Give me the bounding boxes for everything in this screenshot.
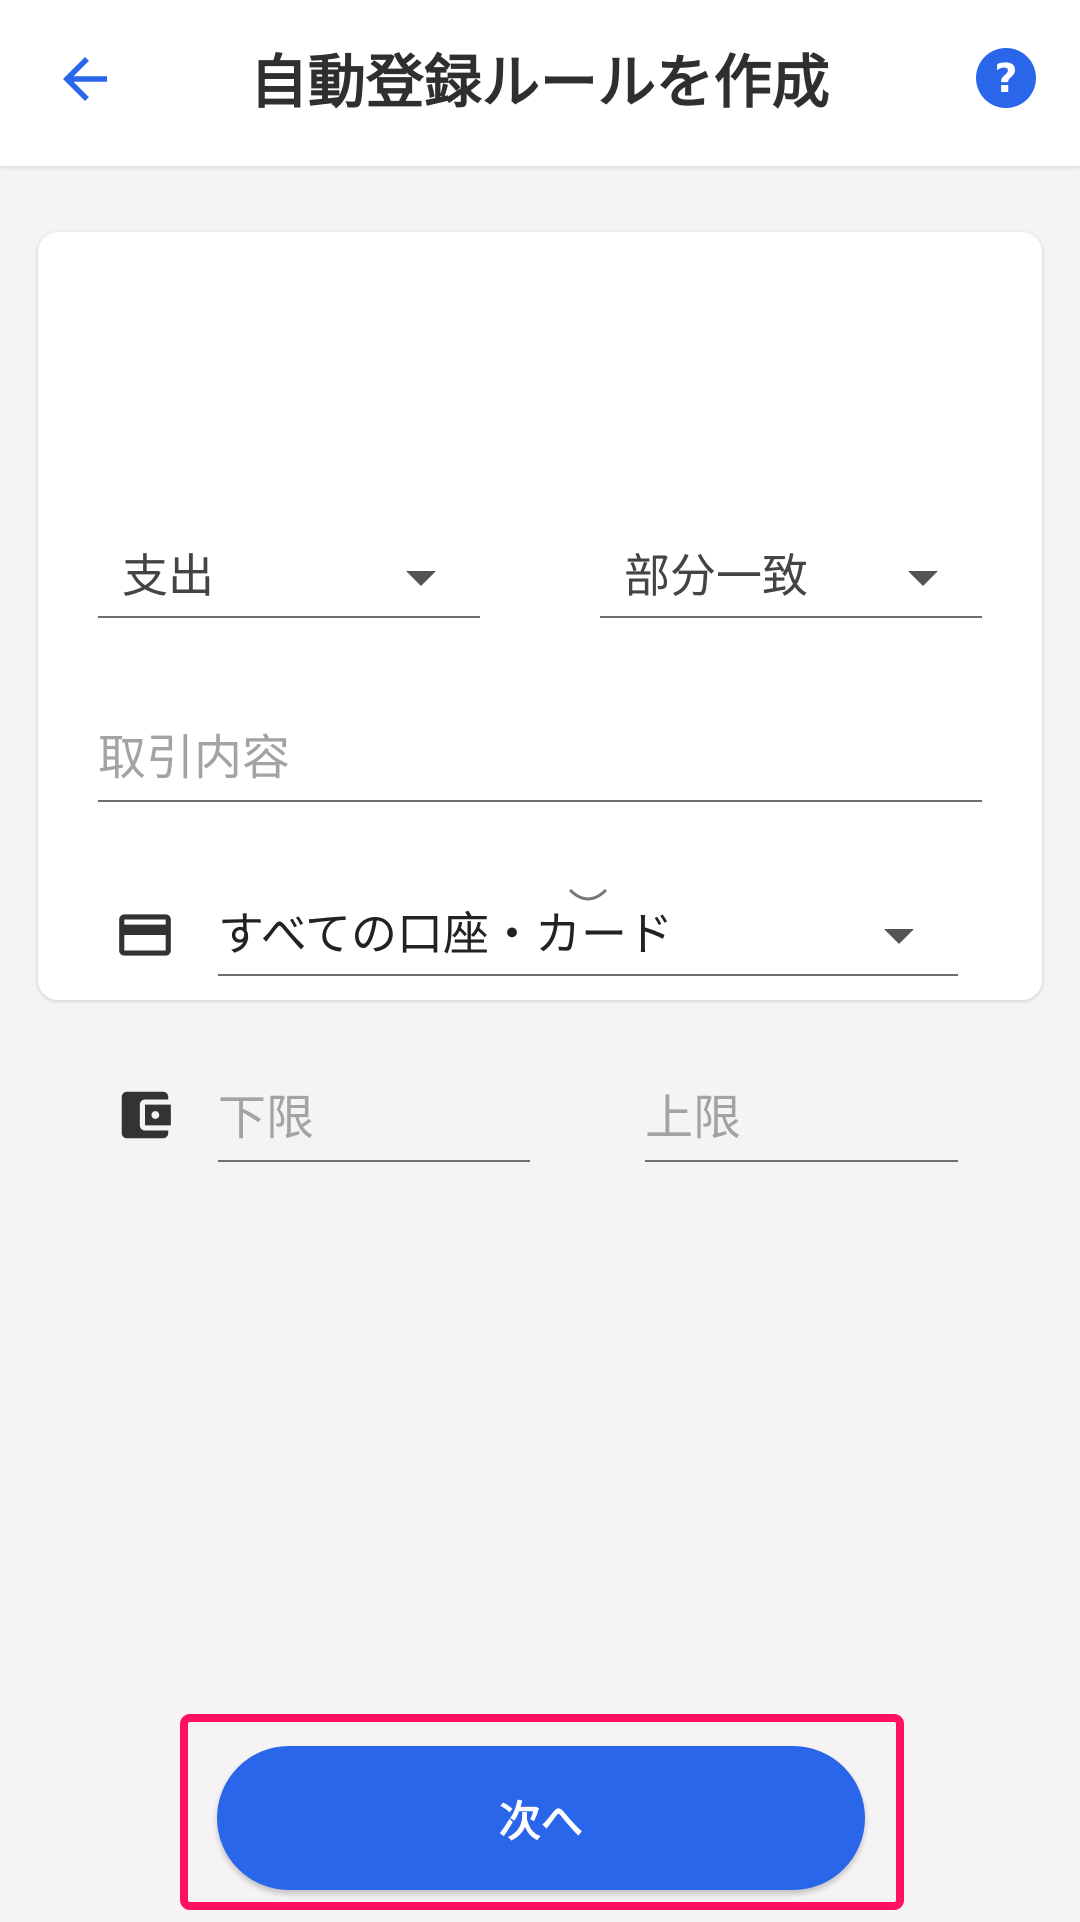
- description-input[interactable]: 取引内容: [98, 690, 982, 802]
- svg-text:?: ?: [994, 56, 1017, 102]
- transaction-type-select[interactable]: 支出: [98, 516, 480, 618]
- wallet-icon: [114, 1084, 176, 1146]
- rule-form-card: 支出 部分一致 取引内容 すべての口座・カード 下限 上限: [38, 232, 1042, 1162]
- description-placeholder: 取引内容: [98, 730, 291, 786]
- dropdown-caret-icon: [884, 929, 914, 944]
- dropdown-caret-icon: [406, 571, 436, 586]
- credit-card-icon: [114, 904, 176, 966]
- arrow-left-icon: [63, 57, 107, 101]
- match-type-value: 部分一致: [624, 549, 808, 603]
- next-button[interactable]: 次へ: [217, 1746, 865, 1890]
- app-bar: 自動登録ルールを作成 ?: [0, 0, 1080, 166]
- dropdown-caret-icon: [908, 571, 938, 586]
- amount-max-input[interactable]: 上限: [645, 1050, 958, 1162]
- range-separator-icon: [566, 872, 610, 912]
- amount-max-placeholder: 上限: [645, 1090, 742, 1146]
- help-button[interactable]: ?: [976, 48, 1036, 108]
- transaction-type-value: 支出: [122, 549, 214, 603]
- help-circle-icon: ?: [976, 48, 1036, 108]
- page-title: 自動登録ルールを作成: [249, 48, 830, 116]
- amount-min-input[interactable]: 下限: [218, 1050, 530, 1162]
- back-button[interactable]: [52, 46, 118, 112]
- amount-min-placeholder: 下限: [218, 1090, 315, 1146]
- match-type-select[interactable]: 部分一致: [600, 516, 982, 618]
